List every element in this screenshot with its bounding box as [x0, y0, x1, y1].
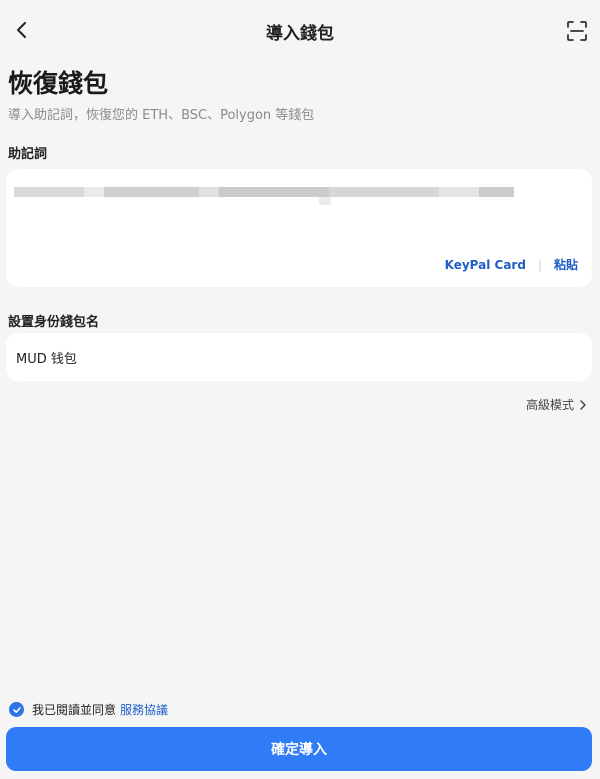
scan-icon [567, 21, 587, 41]
scan-button[interactable] [562, 16, 592, 46]
paste-button[interactable]: 粘貼 [554, 256, 578, 273]
mnemonic-actions: KeyPal Card | 粘貼 [445, 256, 578, 273]
chevron-right-icon [578, 399, 588, 411]
wallet-name-label: 設置身份錢包名 [8, 315, 100, 330]
page-title: 恢復錢包 [8, 69, 109, 98]
top-bar: 導入錢包 [0, 0, 600, 60]
wallet-name-card [6, 333, 592, 381]
agreement-row: 我已閱讀並同意 服務協議 [9, 701, 168, 718]
keypal-card-button[interactable]: KeyPal Card [445, 258, 526, 272]
agreement-checkbox[interactable] [9, 702, 24, 717]
advanced-mode-label: 高級模式 [525, 398, 574, 412]
mnemonic-blurred-text [14, 187, 514, 205]
import-wallet-page: 導入錢包 恢復錢包 導入助記詞，恢復您的 ETH、BSC、Polygon 等錢包… [0, 0, 600, 779]
nav-title: 導入錢包 [266, 24, 334, 44]
service-agreement-link[interactable]: 服務協議 [120, 701, 168, 718]
mnemonic-label: 助記詞 [8, 147, 48, 162]
advanced-mode-link[interactable]: 高級模式 [526, 396, 588, 413]
agreement-text: 我已閱讀並同意 [32, 703, 117, 717]
page-subtitle: 導入助記詞，恢復您的 ETH、BSC、Polygon 等錢包 [8, 108, 315, 123]
mnemonic-input-card[interactable]: KeyPal Card | 粘貼 [6, 169, 592, 287]
actions-separator: | [537, 257, 542, 272]
confirm-import-button[interactable]: 確定導入 [6, 727, 592, 771]
wallet-name-input[interactable] [16, 333, 576, 381]
check-icon [12, 706, 21, 713]
